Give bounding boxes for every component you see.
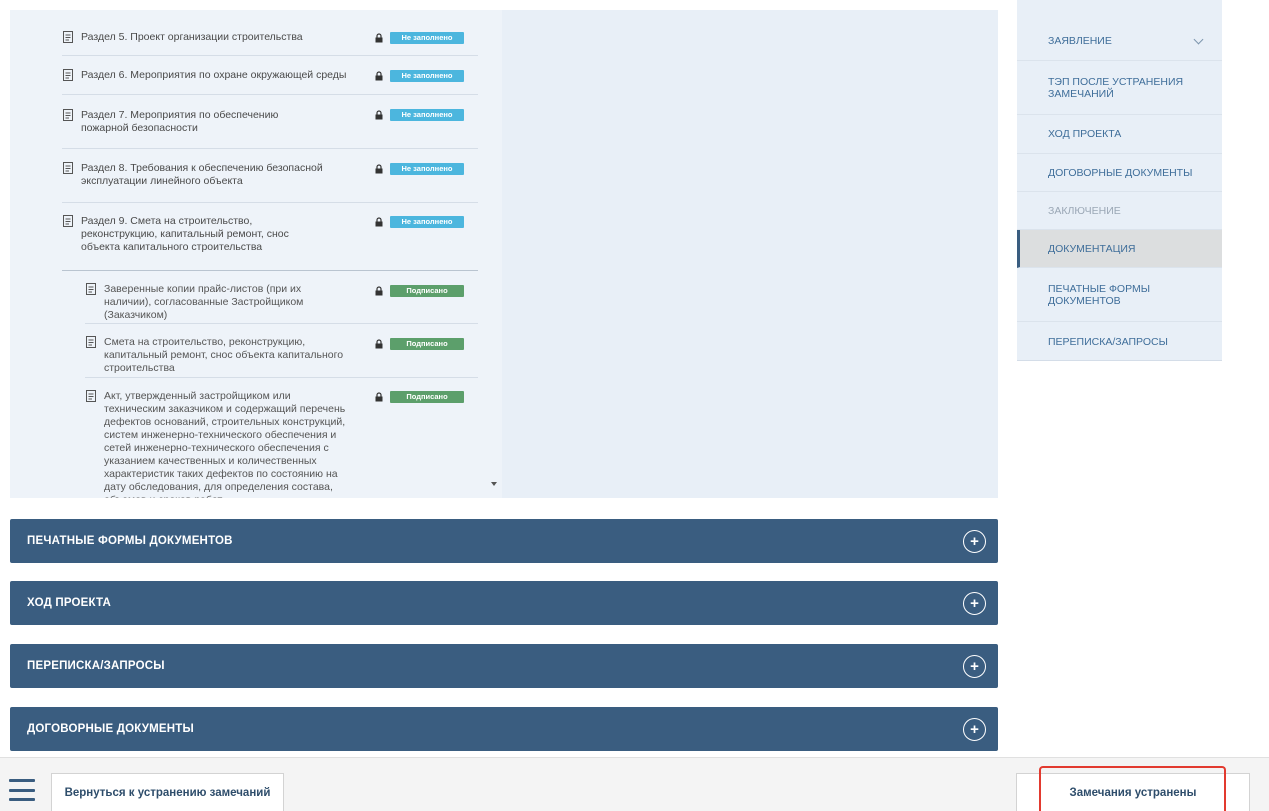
status-badge: Подписано — [390, 285, 464, 297]
plus-circle-icon[interactable]: + — [963, 529, 986, 553]
accordion-title: ДОГОВОРНЫЕ ДОКУМЕНТЫ — [27, 723, 194, 735]
document-icon — [63, 69, 73, 81]
document-title: Акт, утвержденный застройщиком или техни… — [104, 390, 346, 498]
nav-item-contract-documents[interactable]: ДОГОВОРНЫЕ ДОКУМЕНТЫ — [1017, 154, 1222, 192]
nav-item-label: ПЕРЕПИСКА/ЗАПРОСЫ — [1048, 335, 1168, 348]
accordion-title: ПЕРЕПИСКА/ЗАПРОСЫ — [27, 660, 165, 672]
nav-item-label: ХОД ПРОЕКТА — [1048, 128, 1122, 140]
remarks-resolved-button[interactable]: Замечания устранены — [1016, 773, 1250, 811]
document-icon — [86, 336, 96, 348]
nav-item-label: ДОКУМЕНТАЦИЯ — [1048, 242, 1136, 255]
documentation-panel: Раздел 5. Проект организации строительст… — [10, 10, 998, 498]
document-title: Раздел 9. Смета на строительство, реконс… — [81, 215, 289, 253]
document-subitem[interactable]: Заверенные копии прайс-листов (при их на… — [85, 283, 347, 322]
nav-item-application[interactable]: ЗАЯВЛЕНИЕ — [1017, 22, 1222, 61]
document-item[interactable]: Раздел 6. Мероприятия по охране окружающ… — [62, 69, 362, 82]
status-badge: Не заполнено — [390, 216, 464, 228]
nav-item-project-progress[interactable]: ХОД ПРОЕКТА — [1017, 115, 1222, 154]
status-badge: Не заполнено — [390, 32, 464, 44]
lock-icon — [375, 217, 383, 227]
nav-item-documentation[interactable]: ДОКУМЕНТАЦИЯ — [1017, 230, 1222, 268]
nav-item-tep[interactable]: ТЭП ПОСЛЕ УСТРАНЕНИЯ ЗАМЕЧАНИЙ — [1017, 61, 1222, 115]
back-to-remarks-button[interactable]: Вернуться к устранению замечаний — [51, 773, 284, 811]
accordion-correspondence[interactable]: ПЕРЕПИСКА/ЗАПРОСЫ + — [10, 644, 998, 688]
document-item[interactable]: Раздел 7. Мероприятия по обеспечению пож… — [62, 109, 322, 135]
lock-icon — [375, 286, 383, 296]
document-title: Раздел 7. Мероприятия по обеспечению пож… — [81, 109, 279, 134]
lock-icon — [375, 33, 383, 43]
divider — [62, 148, 478, 149]
document-title: Смета на строительство, реконструкцию, к… — [104, 336, 344, 374]
document-title: Раздел 8. Требования к обеспечению безоп… — [81, 162, 323, 187]
plus-circle-icon[interactable]: + — [963, 717, 986, 741]
document-icon — [63, 31, 73, 43]
document-title: Заверенные копии прайс-листов (при их на… — [104, 283, 304, 321]
accordion-title: ХОД ПРОЕКТА — [27, 597, 112, 609]
document-icon — [63, 215, 73, 227]
document-icon — [86, 390, 96, 402]
divider — [62, 202, 478, 203]
divider — [62, 55, 478, 56]
document-item[interactable]: Раздел 9. Смета на строительство, реконс… — [62, 215, 327, 254]
divider — [85, 377, 478, 378]
accordion-title: ПЕЧАТНЫЕ ФОРМЫ ДОКУМЕНТОВ — [27, 535, 233, 547]
document-subitem[interactable]: Смета на строительство, реконструкцию, к… — [85, 336, 355, 375]
document-title: Раздел 6. Мероприятия по охране окружающ… — [81, 69, 347, 81]
status-badge: Не заполнено — [390, 163, 464, 175]
scroll-down-arrow-icon[interactable] — [491, 482, 497, 486]
document-icon — [63, 109, 73, 121]
document-icon — [86, 283, 96, 295]
status-badge: Не заполнено — [390, 109, 464, 121]
status-badge: Подписано — [390, 391, 464, 403]
accordion-project-progress[interactable]: ХОД ПРОЕКТА + — [10, 581, 998, 625]
document-subitem[interactable]: Акт, утвержденный застройщиком или техни… — [85, 390, 347, 498]
document-list: Раздел 5. Проект организации строительст… — [10, 10, 502, 498]
lock-icon — [375, 71, 383, 81]
divider — [62, 270, 478, 271]
document-item[interactable]: Раздел 5. Проект организации строительст… — [62, 31, 324, 44]
accordion-contract-documents[interactable]: ДОГОВОРНЫЕ ДОКУМЕНТЫ + — [10, 707, 998, 751]
document-icon — [63, 162, 73, 174]
status-badge: Не заполнено — [390, 70, 464, 82]
right-navigation: ЗАЯВЛЕНИЕ ТЭП ПОСЛЕ УСТРАНЕНИЯ ЗАМЕЧАНИЙ… — [1017, 0, 1222, 361]
nav-item-conclusion: ЗАКЛЮЧЕНИЕ — [1017, 192, 1222, 230]
hamburger-menu-icon[interactable] — [9, 779, 35, 801]
nav-item-correspondence[interactable]: ПЕРЕПИСКА/ЗАПРОСЫ — [1017, 322, 1222, 361]
plus-circle-icon[interactable]: + — [963, 654, 986, 678]
nav-item-label: ЗАЯВЛЕНИЕ — [1048, 35, 1112, 47]
nav-item-label: ТЭП ПОСЛЕ УСТРАНЕНИЯ ЗАМЕЧАНИЙ — [1048, 75, 1184, 100]
accordion-print-forms[interactable]: ПЕЧАТНЫЕ ФОРМЫ ДОКУМЕНТОВ + — [10, 519, 998, 563]
document-item[interactable]: Раздел 8. Требования к обеспечению безоп… — [62, 162, 324, 188]
divider — [62, 94, 478, 95]
lock-icon — [375, 392, 383, 402]
lock-icon — [375, 110, 383, 120]
nav-item-print-forms[interactable]: ПЕЧАТНЫЕ ФОРМЫ ДОКУМЕНТОВ — [1017, 268, 1222, 322]
status-badge: Подписано — [390, 338, 464, 350]
plus-circle-icon[interactable]: + — [963, 591, 986, 615]
divider — [85, 323, 478, 324]
lock-icon — [375, 164, 383, 174]
nav-item-label: ПЕЧАТНЫЕ ФОРМЫ ДОКУМЕНТОВ — [1048, 282, 1151, 307]
nav-item-label: ЗАКЛЮЧЕНИЕ — [1048, 204, 1121, 217]
chevron-down-icon[interactable] — [1193, 34, 1204, 45]
nav-item-label: ДОГОВОРНЫЕ ДОКУМЕНТЫ — [1048, 166, 1193, 179]
lock-icon — [375, 339, 383, 349]
document-title: Раздел 5. Проект организации строительст… — [81, 31, 303, 43]
